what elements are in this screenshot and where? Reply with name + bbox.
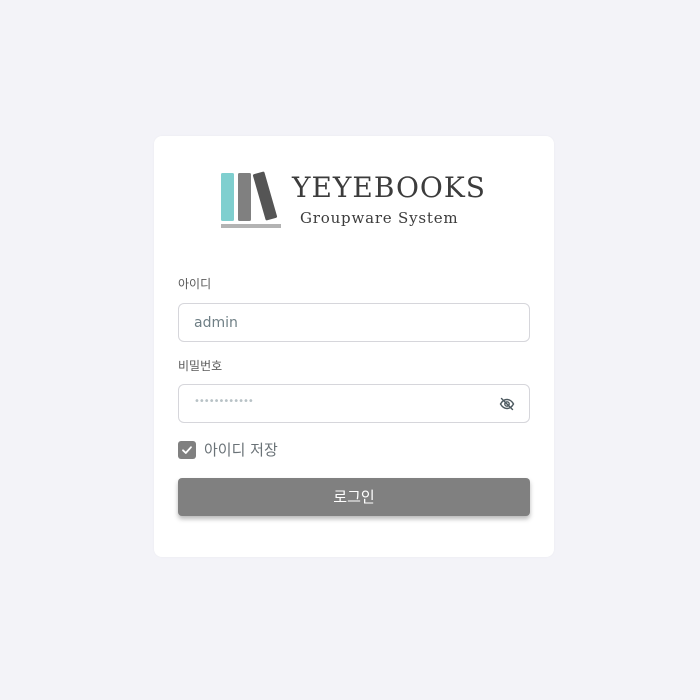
login-card: YEYEBOOKS Groupware System 아이디 admin 비밀번… [154,136,554,557]
password-input[interactable]: •••••••••••• [178,384,530,423]
brand-logo: YEYEBOOKS Groupware System [220,170,490,232]
check-icon [182,446,192,454]
id-input-value: admin [194,315,238,331]
remember-id-label[interactable]: 아이디 저장 [204,440,278,460]
login-button[interactable]: 로그인 [178,478,530,516]
password-label: 비밀번호 [178,359,223,373]
books-icon [221,171,281,228]
brand-subtitle: Groupware System [300,209,459,227]
remember-id-checkbox[interactable] [178,441,196,459]
brand-name: YEYEBOOKS [292,171,486,204]
id-label: 아이디 [178,277,212,291]
id-input[interactable]: admin [178,303,530,342]
password-input-value: •••••••••••• [194,396,254,407]
eye-off-icon[interactable] [499,396,515,412]
